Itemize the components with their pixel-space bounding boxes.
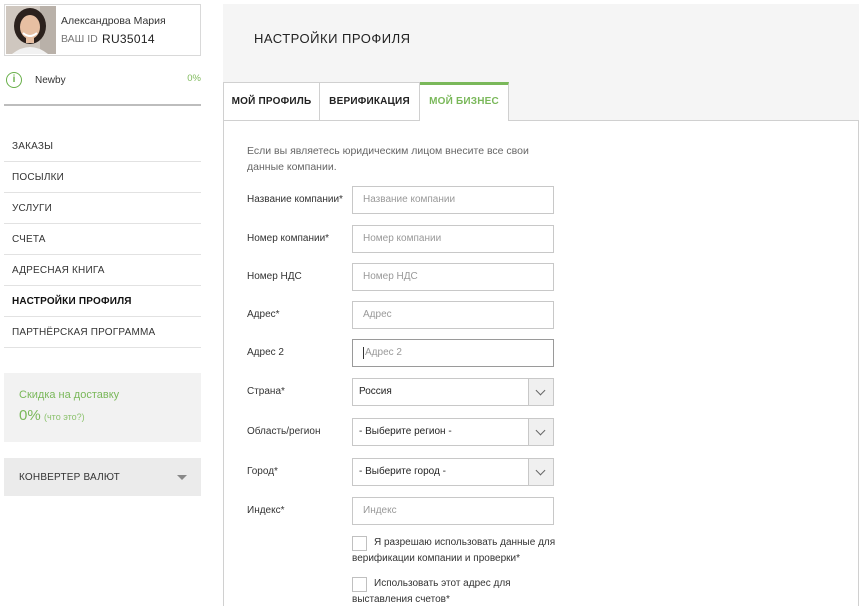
tab-verification[interactable]: ВЕРИФИКАЦИЯ — [320, 82, 420, 121]
sidebar-item-address-book[interactable]: АДРЕСНАЯ КНИГА — [4, 255, 201, 286]
user-id-label: ВАШ ID — [61, 33, 98, 45]
chevron-down-icon — [177, 475, 187, 480]
user-name: Александрова Мария — [61, 15, 166, 27]
sidebar: Александрова Мария ВАШ ID RU35014 i Newb… — [0, 0, 205, 606]
sidebar-item-invoices[interactable]: СЧЕТА — [4, 224, 201, 255]
sidebar-item-services[interactable]: УСЛУГИ — [4, 193, 201, 224]
zip-input[interactable]: Индекс — [352, 497, 554, 525]
address-input[interactable]: Адрес — [352, 301, 554, 329]
avatar — [6, 6, 56, 54]
city-select[interactable]: - Выберите город - — [352, 458, 554, 486]
company-number-label: Номер компании* — [247, 233, 330, 244]
chevron-down-icon[interactable] — [528, 379, 553, 405]
user-id-value: RU35014 — [102, 32, 155, 46]
currency-converter-toggle[interactable]: КОНВЕРТЕР ВАЛЮТ — [4, 458, 201, 496]
country-label: Страна* — [247, 386, 285, 397]
address2-label: Адрес 2 — [247, 347, 284, 358]
text-cursor — [363, 347, 364, 359]
sidebar-menu: ЗАКАЗЫ ПОСЫЛКИ УСЛУГИ СЧЕТА АДРЕСНАЯ КНИ… — [4, 131, 201, 348]
city-label: Город* — [247, 466, 278, 477]
company-name-input[interactable]: Название компании — [352, 186, 554, 214]
discount-title: Скидка на доставку — [19, 389, 120, 401]
region-label: Область/регион — [247, 426, 321, 437]
company-number-input[interactable]: Номер компании — [352, 225, 554, 253]
user-level: i Newby 0% — [4, 70, 201, 106]
form-intro: Если вы являетесь юридическим лицом внес… — [247, 145, 529, 173]
sidebar-item-parcels[interactable]: ПОСЫЛКИ — [4, 162, 201, 193]
vat-number-input[interactable]: Номер НДС — [352, 263, 554, 291]
tab-my-business[interactable]: МОЙ БИЗНЕС — [420, 82, 509, 122]
address-label: Адрес* — [247, 309, 280, 320]
chevron-down-icon[interactable] — [528, 419, 553, 445]
user-card[interactable]: Александрова Мария ВАШ ID RU35014 — [4, 4, 201, 56]
sidebar-item-partner-program[interactable]: ПАРТНЁРСКАЯ ПРОГРАММА — [4, 317, 201, 348]
chevron-down-icon[interactable] — [528, 459, 553, 485]
consent-text: Я разрешаю использовать данные для вериф… — [352, 537, 556, 564]
sidebar-item-profile-settings[interactable]: НАСТРОЙКИ ПРОФИЛЯ — [4, 286, 201, 317]
vat-number-label: Номер НДС — [247, 271, 302, 282]
region-select[interactable]: - Выберите регион - — [352, 418, 554, 446]
page-header: НАСТРОЙКИ ПРОФИЛЯ — [223, 4, 859, 82]
billing-address-text: Использовать этот адрес для выставления … — [352, 578, 511, 605]
discount-info-link[interactable]: (что это?) — [44, 412, 85, 422]
level-name: Newby — [35, 75, 66, 86]
address2-input[interactable]: Адрес 2 — [352, 339, 554, 367]
info-icon[interactable]: i — [6, 72, 22, 88]
zip-label: Индекс* — [247, 505, 285, 516]
sidebar-item-orders[interactable]: ЗАКАЗЫ — [4, 131, 201, 162]
discount-value: 0% — [19, 407, 41, 424]
company-name-label: Название компании* — [247, 194, 343, 205]
tab-my-profile[interactable]: МОЙ ПРОФИЛЬ — [223, 82, 320, 121]
tabs-bar: МОЙ ПРОФИЛЬ ВЕРИФИКАЦИЯ МОЙ БИЗНЕС — [223, 82, 859, 122]
level-progress: 0% — [187, 73, 201, 84]
converter-label: КОНВЕРТЕР ВАЛЮТ — [19, 472, 120, 483]
page-title: НАСТРОЙКИ ПРОФИЛЯ — [254, 31, 411, 46]
country-select[interactable]: Россия — [352, 378, 554, 406]
discount-box: Скидка на доставку 0% (что это?) — [4, 373, 201, 442]
